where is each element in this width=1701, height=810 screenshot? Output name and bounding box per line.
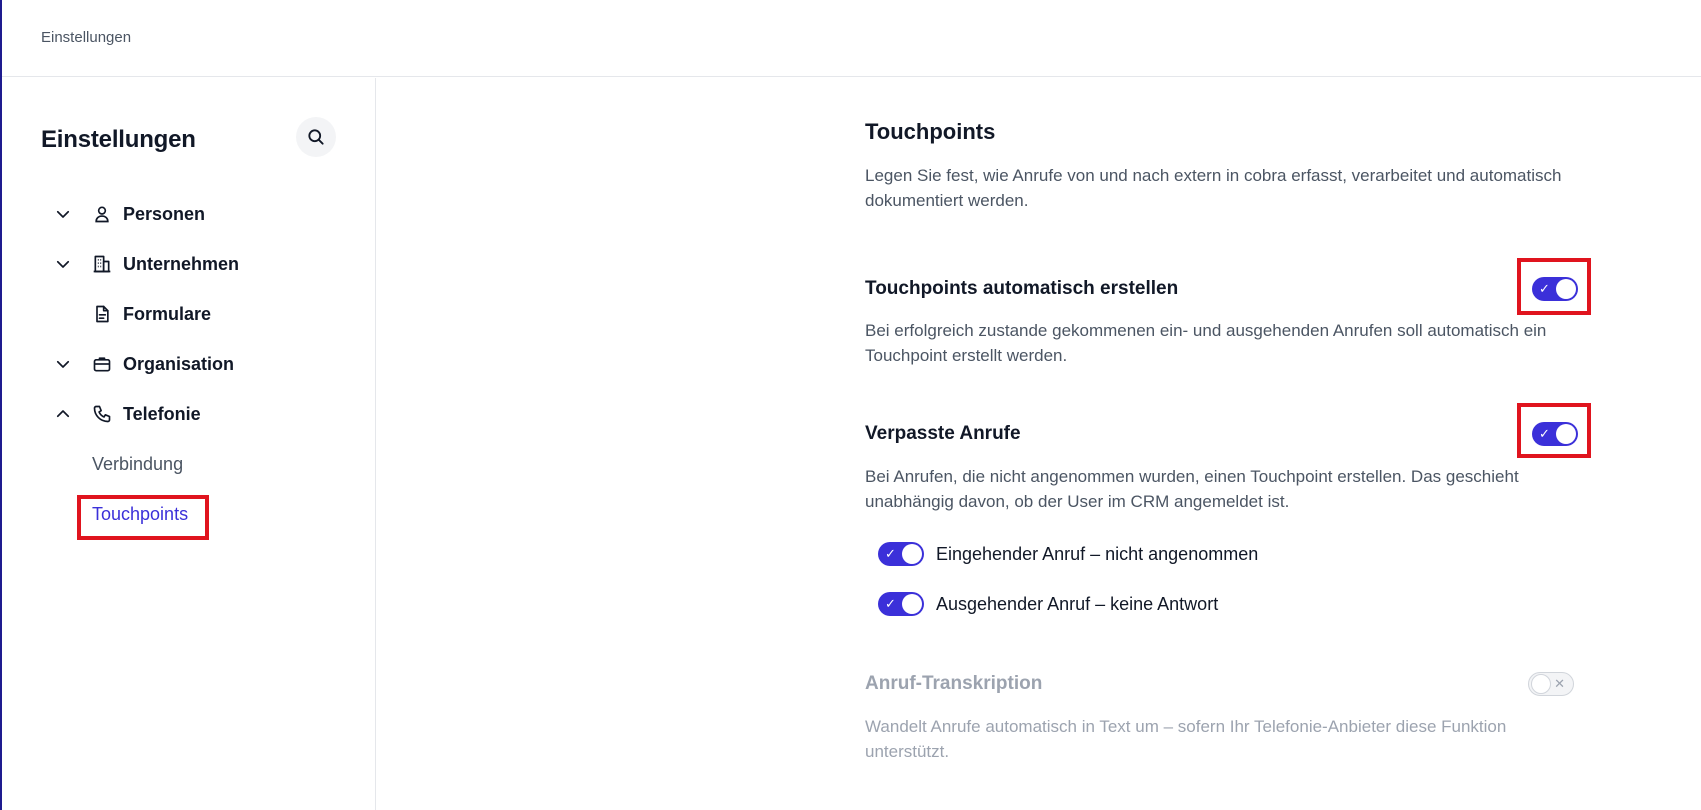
sidebar-item-formulare[interactable]: Formulare [52, 299, 211, 329]
building-icon [91, 253, 113, 275]
chevron-down-icon[interactable] [52, 353, 74, 375]
toggle-eingehender-anruf[interactable]: ✓ [878, 542, 924, 566]
option-label: Ausgehender Anruf – keine Antwort [936, 593, 1219, 614]
document-icon [91, 303, 113, 325]
section-description: Wandelt Anrufe automatisch in Text um – … [865, 717, 1507, 761]
page-description: Legen Sie fest, wie Anrufe von und nach … [865, 166, 1562, 210]
sidebar-item-label: Telefonie [123, 403, 201, 424]
sidebar-subitem-touchpoints[interactable]: Touchpoints [92, 504, 188, 525]
sidebar-item-label: Organisation [123, 353, 235, 374]
phone-icon [91, 403, 113, 425]
sidebar-title: Einstellungen [41, 126, 196, 153]
search-button[interactable] [296, 117, 336, 157]
check-icon: ✓ [1539, 426, 1550, 441]
sidebar-item-organisation[interactable]: Organisation [52, 349, 234, 379]
check-icon: ✓ [885, 596, 896, 611]
option-label: Eingehender Anruf – nicht angenommen [936, 543, 1259, 564]
x-icon: ✕ [1554, 676, 1565, 691]
top-bar: Einstellungen [2, 0, 1701, 77]
sidebar-item-label: Personen [123, 203, 206, 224]
sidebar-item-label: Formulare [123, 303, 212, 324]
search-icon [308, 129, 324, 145]
toggle-knob [1556, 424, 1576, 444]
toggle-knob [1531, 674, 1551, 694]
section-title: Touchpoints automatisch erstellen [865, 278, 1179, 299]
toggle-verpasste-anrufe[interactable]: ✓ [1532, 422, 1578, 446]
check-icon: ✓ [885, 546, 896, 561]
option-eingehender-anruf: ✓ Eingehender Anruf – nicht angenommen [878, 541, 1258, 567]
toggle-ausgehender-anruf[interactable]: ✓ [878, 592, 924, 616]
section-title: Anruf-Transkription [865, 673, 1043, 694]
sidebar-item-unternehmen[interactable]: Unternehmen [52, 249, 239, 279]
toggle-knob [902, 594, 922, 614]
toggle-knob [902, 544, 922, 564]
page-title: Touchpoints [865, 119, 996, 144]
sidebar-item-telefonie[interactable]: Telefonie [52, 399, 201, 429]
person-icon [91, 203, 113, 225]
sidebar-item-label: Unternehmen [123, 253, 240, 274]
chevron-down-icon[interactable] [52, 203, 74, 225]
chevron-up-icon[interactable] [52, 403, 74, 425]
chevron-down-icon[interactable] [52, 253, 74, 275]
option-ausgehender-anruf: ✓ Ausgehender Anruf – keine Antwort [878, 591, 1218, 617]
sidebar: Einstellungen Personen Unternehmen Formu… [2, 78, 376, 810]
sidebar-item-personen[interactable]: Personen [52, 199, 205, 229]
section-description: Bei Anrufen, die nicht angenommen wurden… [865, 467, 1519, 511]
toggle-knob [1556, 279, 1576, 299]
breadcrumb[interactable]: Einstellungen [41, 29, 131, 46]
check-icon: ✓ [1539, 281, 1550, 296]
section-description: Bei erfolgreich zustande gekommenen ein-… [865, 321, 1547, 365]
briefcase-icon [91, 353, 113, 375]
sidebar-subitem-verbindung[interactable]: Verbindung [92, 454, 183, 475]
section-title: Verpasste Anrufe [865, 423, 1021, 444]
toggle-anruf-transkription[interactable]: ✕ [1528, 672, 1574, 696]
toggle-touchpoints-automatisch[interactable]: ✓ [1532, 277, 1578, 301]
